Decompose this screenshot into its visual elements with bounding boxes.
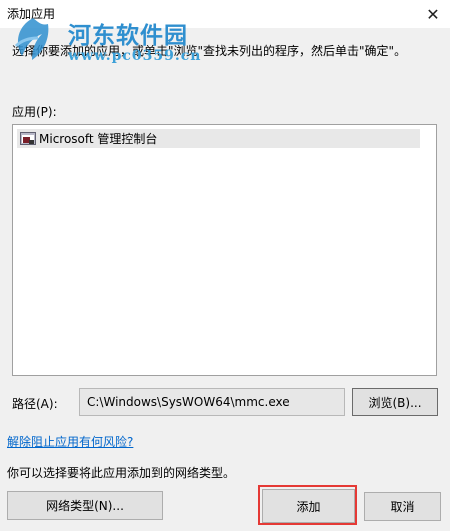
add-app-dialog: 添加应用 ✕ 选择你要添加的应用，或单击"浏览"查找未列出的程序，然后单击"确定… [0, 0, 450, 531]
add-button[interactable]: 添加 [262, 489, 355, 523]
mmc-app-icon [20, 131, 36, 145]
network-hint: 你可以选择要将此应用添加到的网络类型。 [7, 466, 236, 480]
watermark: 河东软件园 www.pc0359.cn [8, 14, 248, 70]
watermark-logo-icon [14, 18, 49, 60]
list-item[interactable]: Microsoft 管理控制台 [17, 129, 420, 148]
list-item-label: Microsoft 管理控制台 [39, 132, 158, 146]
watermark-site-name: 河东软件园 [68, 22, 188, 49]
watermark-url: www.pc0359.cn [68, 48, 202, 64]
close-icon: ✕ [426, 4, 440, 24]
apps-label: 应用(P): [12, 105, 57, 119]
path-field[interactable]: C:\Windows\SysWOW64\mmc.exe [79, 388, 345, 416]
browse-button[interactable]: 浏览(B)... [352, 388, 438, 416]
path-label: 路径(A): [12, 397, 58, 411]
apps-list[interactable]: Microsoft 管理控制台 [12, 124, 437, 376]
close-button[interactable]: ✕ [416, 0, 450, 28]
network-type-button[interactable]: 网络类型(N)... [7, 491, 163, 520]
cancel-button[interactable]: 取消 [364, 492, 441, 521]
risk-link[interactable]: 解除阻止应用有何风险? [7, 433, 133, 450]
